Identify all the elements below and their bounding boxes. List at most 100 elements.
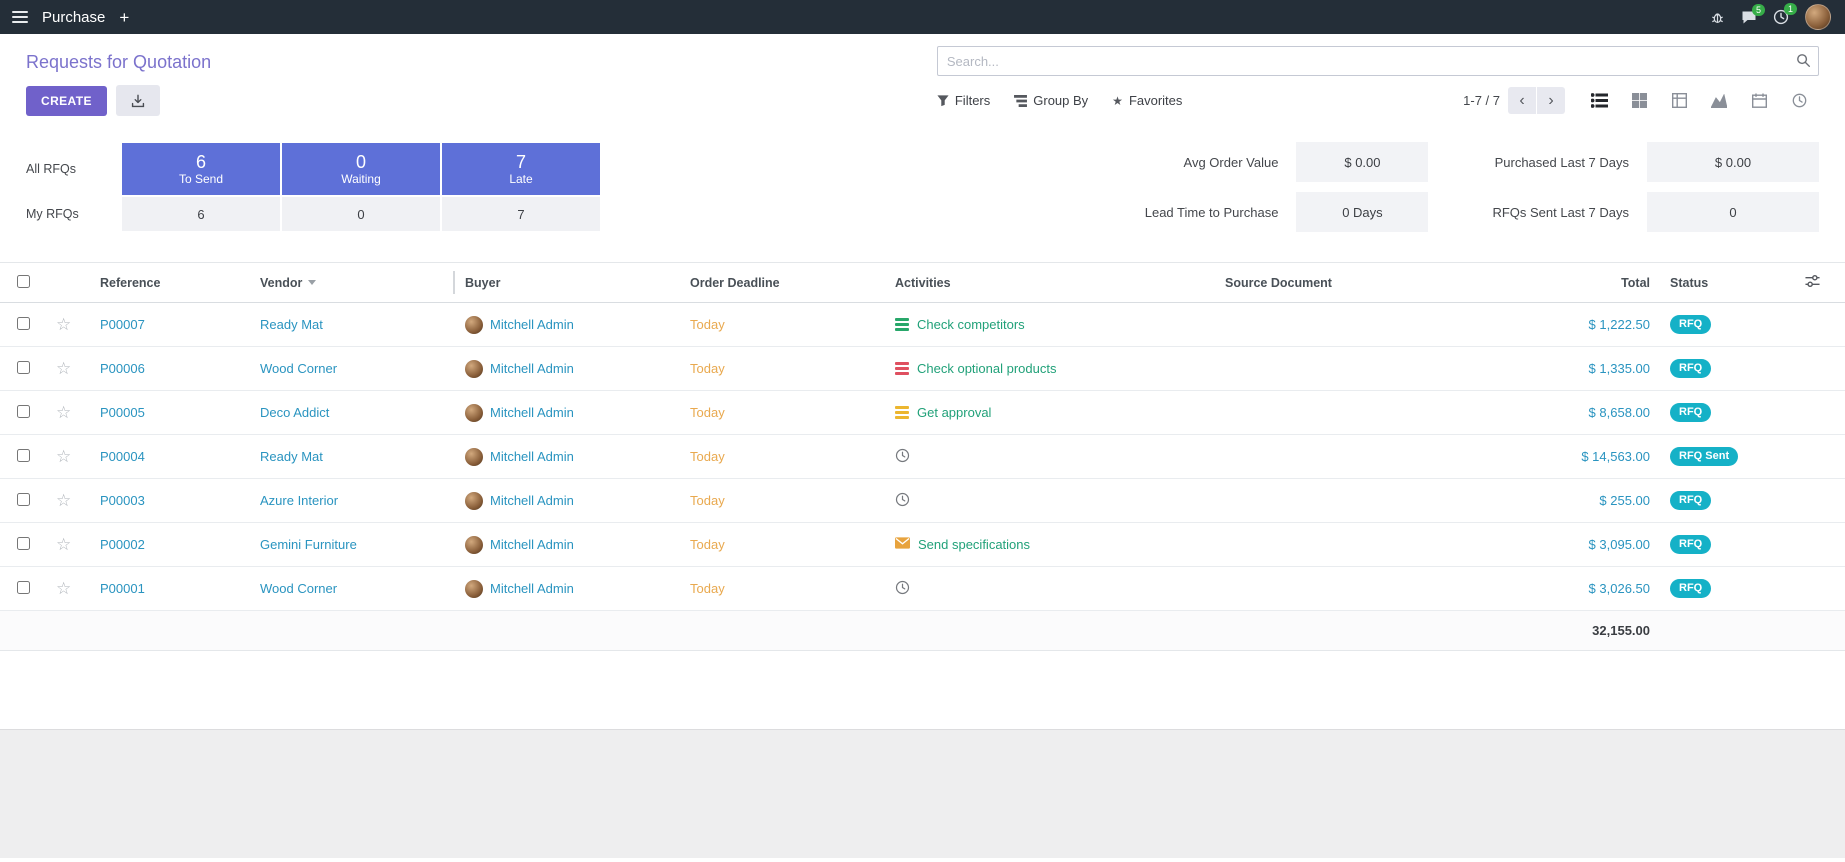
vendor-link[interactable]: Wood Corner	[260, 581, 337, 596]
app-title[interactable]: Purchase	[42, 9, 105, 26]
select-all-checkbox[interactable]	[17, 275, 30, 288]
kpi-late-button[interactable]: 7 Late	[442, 143, 600, 195]
calendar-view-button[interactable]	[1739, 86, 1779, 116]
vendor-link[interactable]: Gemini Furniture	[260, 537, 357, 552]
column-header-reference[interactable]: Reference	[90, 263, 250, 303]
favorites-button[interactable]: ★ Favorites	[1112, 93, 1182, 108]
kpi-to-send-button[interactable]: 6 To Send	[122, 143, 280, 195]
activities-clock-icon[interactable]: 1	[1773, 9, 1789, 25]
bug-icon[interactable]	[1710, 10, 1725, 25]
rfq-list-table: Reference Vendor Buyer Order Deadline Ac…	[0, 262, 1845, 651]
column-header-status[interactable]: Status	[1660, 263, 1795, 303]
kpi-my-late-button[interactable]: 7	[442, 197, 600, 231]
vendor-link[interactable]: Azure Interior	[260, 493, 338, 508]
table-row[interactable]: ☆ P00002 Gemini Furniture Mitchell Admin…	[0, 523, 1845, 567]
total-value: $ 8,658.00	[1589, 405, 1650, 420]
activity-link[interactable]: Check optional products	[917, 361, 1056, 376]
create-button[interactable]: CREATE	[26, 86, 107, 116]
favorites-star-icon: ★	[1112, 94, 1123, 108]
column-header-source-document[interactable]: Source Document	[1215, 263, 1495, 303]
stat-value: 0 Days	[1296, 192, 1428, 232]
table-row[interactable]: ☆ P00005 Deco Addict Mitchell Admin Toda…	[0, 391, 1845, 435]
optional-columns-icon[interactable]	[1805, 277, 1820, 291]
user-avatar[interactable]	[1805, 4, 1831, 30]
reference-link[interactable]: P00005	[100, 405, 145, 420]
row-checkbox[interactable]	[17, 493, 30, 506]
activity-view-button[interactable]	[1779, 86, 1819, 116]
table-row[interactable]: ☆ P00006 Wood Corner Mitchell Admin Toda…	[0, 347, 1845, 391]
pager-previous-button[interactable]: ‹	[1508, 87, 1536, 114]
kpi-my-waiting-button[interactable]: 0	[282, 197, 440, 231]
search-input[interactable]	[937, 46, 1819, 76]
reference-link[interactable]: P00002	[100, 537, 145, 552]
favorite-star-icon[interactable]: ☆	[56, 535, 71, 554]
kpi-my-to-send-button[interactable]: 6	[122, 197, 280, 231]
buyer-link[interactable]: Mitchell Admin	[490, 537, 574, 552]
activity-link[interactable]: Get approval	[917, 405, 991, 420]
pivot-view-button[interactable]	[1659, 86, 1699, 116]
activity-clock-icon[interactable]	[895, 580, 910, 598]
row-checkbox[interactable]	[17, 361, 30, 374]
row-checkbox[interactable]	[17, 581, 30, 594]
kanban-view-button[interactable]	[1619, 86, 1659, 116]
reference-link[interactable]: P00004	[100, 449, 145, 464]
buyer-link[interactable]: Mitchell Admin	[490, 361, 574, 376]
reference-link[interactable]: P00007	[100, 317, 145, 332]
search-icon[interactable]	[1796, 53, 1811, 71]
new-tab-plus-icon[interactable]: +	[119, 9, 129, 26]
vendor-link[interactable]: Wood Corner	[260, 361, 337, 376]
buyer-link[interactable]: Mitchell Admin	[490, 405, 574, 420]
table-row[interactable]: ☆ P00001 Wood Corner Mitchell Admin Toda…	[0, 567, 1845, 611]
column-header-activities[interactable]: Activities	[885, 263, 1215, 303]
export-button[interactable]	[116, 85, 160, 116]
activity-clock-icon[interactable]	[895, 492, 910, 510]
favorite-star-icon[interactable]: ☆	[56, 315, 71, 334]
activity-link[interactable]: Check competitors	[917, 317, 1025, 332]
reference-link[interactable]: P00001	[100, 581, 145, 596]
vendor-link[interactable]: Ready Mat	[260, 317, 323, 332]
column-header-buyer[interactable]: Buyer	[455, 263, 680, 303]
favorite-star-icon[interactable]: ☆	[56, 359, 71, 378]
activity-tasks-icon[interactable]	[895, 362, 909, 375]
column-header-total[interactable]: Total	[1495, 263, 1660, 303]
row-checkbox[interactable]	[17, 317, 30, 330]
reference-link[interactable]: P00003	[100, 493, 145, 508]
activity-tasks-icon[interactable]	[895, 318, 909, 331]
favorite-star-icon[interactable]: ☆	[56, 447, 71, 466]
status-badge: RFQ	[1670, 491, 1711, 510]
list-view-button[interactable]	[1579, 86, 1619, 116]
graph-view-button[interactable]	[1699, 86, 1739, 116]
reference-link[interactable]: P00006	[100, 361, 145, 376]
total-value: $ 255.00	[1599, 493, 1650, 508]
row-checkbox[interactable]	[17, 405, 30, 418]
favorite-star-icon[interactable]: ☆	[56, 403, 71, 422]
vendor-link[interactable]: Ready Mat	[260, 449, 323, 464]
activity-clock-icon[interactable]	[895, 448, 910, 466]
group-by-button[interactable]: Group By	[1014, 93, 1088, 108]
buyer-avatar	[465, 492, 483, 510]
pager-next-button[interactable]: ›	[1537, 87, 1565, 114]
menu-icon[interactable]	[12, 11, 28, 23]
messages-icon[interactable]: 5	[1741, 10, 1757, 25]
row-checkbox[interactable]	[17, 537, 30, 550]
favorite-star-icon[interactable]: ☆	[56, 491, 71, 510]
column-header-vendor[interactable]: Vendor	[250, 263, 455, 303]
table-row[interactable]: ☆ P00003 Azure Interior Mitchell Admin T…	[0, 479, 1845, 523]
activity-link[interactable]: Send specifications	[918, 537, 1030, 552]
row-checkbox[interactable]	[17, 449, 30, 462]
filters-button[interactable]: Filters	[937, 93, 990, 108]
table-row[interactable]: ☆ P00004 Ready Mat Mitchell Admin Today …	[0, 435, 1845, 479]
buyer-link[interactable]: Mitchell Admin	[490, 449, 574, 464]
activity-tasks-icon[interactable]	[895, 406, 909, 419]
activity-email-icon[interactable]	[895, 537, 910, 552]
favorite-star-icon[interactable]: ☆	[56, 579, 71, 598]
buyer-link[interactable]: Mitchell Admin	[490, 493, 574, 508]
table-row[interactable]: ☆ P00007 Ready Mat Mitchell Admin Today …	[0, 303, 1845, 347]
kpi-waiting-button[interactable]: 0 Waiting	[282, 143, 440, 195]
buyer-link[interactable]: Mitchell Admin	[490, 317, 574, 332]
calendar-view-icon	[1752, 93, 1767, 108]
column-header-order-deadline[interactable]: Order Deadline	[680, 263, 885, 303]
vendor-link[interactable]: Deco Addict	[260, 405, 329, 420]
buyer-link[interactable]: Mitchell Admin	[490, 581, 574, 596]
group-by-icon	[1014, 95, 1027, 107]
